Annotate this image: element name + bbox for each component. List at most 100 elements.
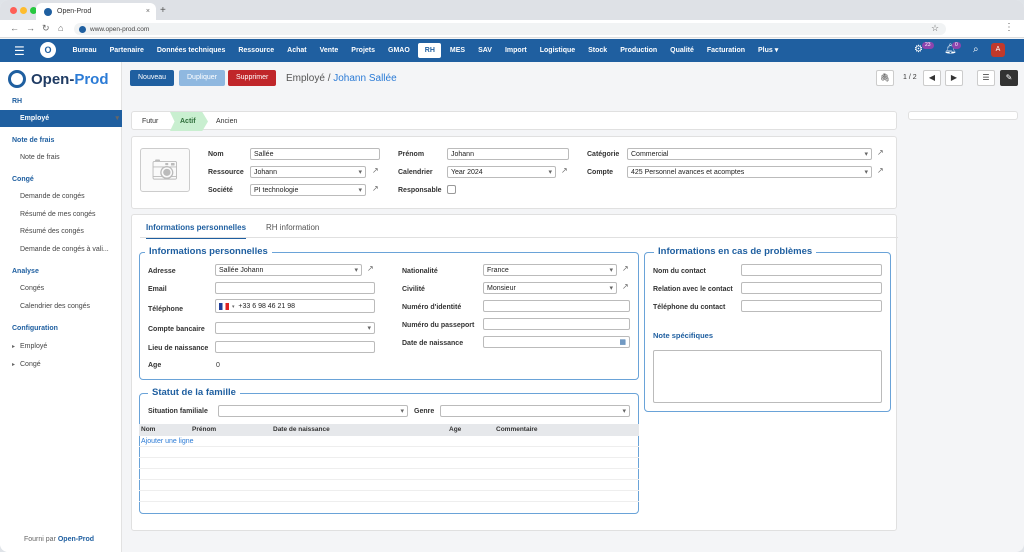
column-date-naissance[interactable]: Date de naissance [273,424,449,436]
calendrier-select[interactable]: Year 2024 [447,166,556,178]
ressource-select[interactable]: Johann [250,166,366,178]
external-link-icon[interactable]: ↗ [622,264,629,273]
sidebar-item-employe[interactable]: Employé [0,110,122,127]
civilite-select[interactable]: Monsieur [483,282,617,294]
topnav-item-partenaire[interactable]: Partenaire [103,39,150,62]
note-specifiques-textarea[interactable] [653,350,882,403]
external-link-icon[interactable]: ↗ [561,166,568,175]
topnav-item-bureau[interactable]: Bureau [66,39,103,62]
france-flag-icon[interactable] [219,302,229,310]
topnav-item-facturation[interactable]: Facturation [700,39,751,62]
column-age[interactable]: Age [449,424,496,436]
sidebar-item-resume-conges[interactable]: Résumé des congés [20,228,84,235]
responsable-checkbox[interactable] [447,185,456,194]
sidebar-item-calendrier-conges[interactable]: Calendrier des congés [20,303,90,310]
sidebar-item-config-conge[interactable]: Congé [20,361,41,368]
next-record-icon[interactable]: ▶ [945,70,963,86]
reload-icon[interactable]: ↻ [42,23,50,34]
external-link-icon[interactable]: ↗ [622,282,629,291]
column-nom[interactable]: Nom [139,424,192,436]
browser-menu-icon[interactable]: ⋮ [1004,22,1014,33]
new-button[interactable]: Nouveau [130,70,175,86]
back-icon[interactable]: ← [10,23,19,33]
url-field[interactable]: www.open-prod.com [74,23,946,35]
status-step-actif[interactable]: Actif [170,112,208,131]
compte-bancaire-select[interactable] [215,322,375,334]
minimize-window-dot[interactable] [20,7,27,14]
attachment-icon[interactable]: 🖇︎ [876,70,894,86]
bookmark-star-icon[interactable]: ☆ [931,23,939,34]
nom-field[interactable]: Sallée [250,148,380,160]
topnav-item-stock[interactable]: Stock [582,39,614,62]
topnav-item-mes[interactable]: MES [443,39,471,62]
genre-select[interactable] [440,405,630,417]
status-step-ancien[interactable]: Ancien [216,112,237,131]
topnav-item-sav[interactable]: SAV [472,39,499,62]
topnav-item-ressource[interactable]: Ressource [232,39,281,62]
topnav-item-logistique[interactable]: Logistique [533,39,581,62]
close-tab-icon[interactable]: × [146,8,150,15]
close-window-dot[interactable] [10,7,17,14]
numero-identite-field[interactable] [483,300,630,312]
sidebar-item-resume-mes-conges[interactable]: Résumé de mes congés [20,211,95,218]
browser-tab[interactable]: Open-Prod × [36,3,156,20]
categorie-select[interactable]: Commercial [627,148,872,160]
footer-brand-link[interactable]: Open-Prod [58,536,94,543]
compte-select[interactable]: 425 Personnel avances et acomptes [627,166,872,178]
sidebar-item-config-employe[interactable]: Employé [20,343,47,350]
form-view-icon[interactable]: ✎ [1000,70,1018,86]
column-commentaire[interactable]: Commentaire [496,424,626,436]
breadcrumb-parent[interactable]: Employé [286,73,325,84]
topnav-item-qualité[interactable]: Qualité [664,39,701,62]
external-link-icon[interactable]: ↗ [372,184,379,193]
add-line-link[interactable]: Ajouter une ligne [139,436,639,447]
nom-contact-field[interactable] [741,264,882,276]
topnav-item-achat[interactable]: Achat [281,39,313,62]
date-naissance-field[interactable]: ▦ [483,336,630,348]
caret-right-icon[interactable]: ▸ [12,361,15,368]
sidebar-item-note-de-frais[interactable]: Note de frais [20,154,60,161]
column-prenom[interactable]: Prénom [192,424,273,436]
home-icon[interactable]: ⌂ [58,23,63,33]
prenom-field[interactable]: Johann [447,148,569,160]
new-tab-icon[interactable]: + [160,5,166,16]
previous-record-icon[interactable]: ◀ [923,70,941,86]
topnav-item-données-techniques[interactable]: Données techniques [150,39,231,62]
situation-familiale-select[interactable] [218,405,408,417]
email-field[interactable] [215,282,375,294]
telephone-field[interactable]: ▾ +33 6 98 46 21 98 [215,299,375,313]
nationalite-select[interactable]: France [483,264,617,276]
sidebar-item-demande-conges-valider[interactable]: Demande de congés à vali... [20,246,109,253]
status-step-futur[interactable]: Futur [142,112,158,131]
topnav-item-import[interactable]: Import [498,39,533,62]
tab-rh-information[interactable]: RH information [266,223,319,232]
external-link-icon[interactable]: ↗ [877,148,884,157]
sidebar-item-demande-conges[interactable]: Demande de congés [20,193,85,200]
adresse-select[interactable]: Sallée Johann [215,264,362,276]
user-avatar[interactable]: A [991,43,1005,57]
camera-add-photo-icon[interactable]: 📷︎ [140,148,190,192]
topnav-item-plus[interactable]: Plus ▾ [752,39,785,62]
societe-select[interactable]: PI technologie [250,184,366,196]
topnav-item-gmao[interactable]: GMAO [382,39,417,62]
topnav-item-projets[interactable]: Projets [345,39,382,62]
app-logo-icon[interactable]: O [40,42,56,58]
list-view-icon[interactable]: ☰ [977,70,995,86]
hamburger-menu-icon[interactable]: ☰ [14,44,25,58]
telephone-contact-field[interactable] [741,300,882,312]
caret-right-icon[interactable]: ▸ [12,343,15,350]
calendar-icon[interactable]: ▦ [619,337,626,347]
topnav-item-rh[interactable]: RH [418,43,442,58]
external-link-icon[interactable]: ↗ [367,264,374,273]
numero-passeport-field[interactable] [483,318,630,330]
search-icon[interactable]: ⌕ [973,44,979,55]
topnav-item-production[interactable]: Production [614,39,664,62]
relation-contact-field[interactable] [741,282,882,294]
delete-button[interactable]: Supprimer [228,70,277,86]
sidebar-item-conges[interactable]: Congés [20,285,44,292]
topnav-item-vente[interactable]: Vente [313,39,345,62]
forward-icon[interactable]: → [26,23,35,33]
lieu-naissance-field[interactable] [215,341,375,353]
external-link-icon[interactable]: ↗ [372,166,379,175]
duplicate-button[interactable]: Dupliquer [179,70,225,86]
